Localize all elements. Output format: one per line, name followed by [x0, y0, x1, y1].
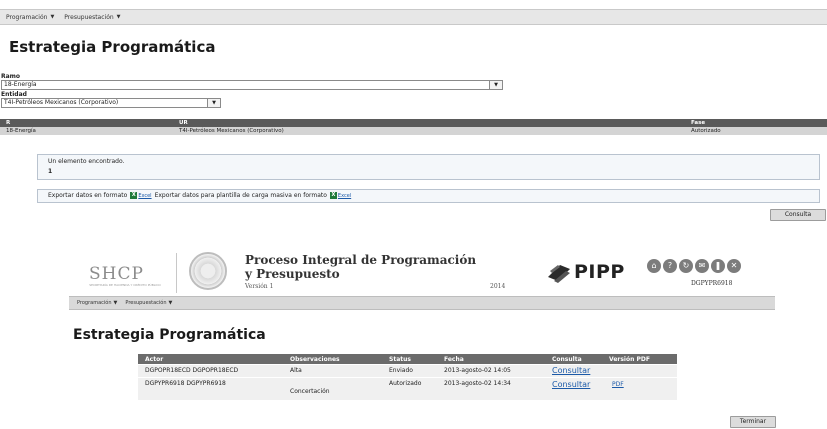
- chevron-down-icon: ▼: [116, 14, 121, 20]
- embedded-page-title: Estrategia Programática: [73, 327, 266, 343]
- cell-ramo: 18-Energía: [6, 128, 36, 134]
- menu-presupuestacion[interactable]: Presupuestación ▼: [117, 300, 172, 306]
- menu-programacion[interactable]: Programación ▼: [69, 300, 117, 306]
- consultar-link[interactable]: Consultar: [552, 366, 590, 375]
- cell-ur: T4I-Petróleos Mexicanos (Corporativo): [179, 128, 284, 134]
- menu-presupuestacion-label: Presupuestación: [64, 13, 114, 21]
- menu-programacion-label: Programación: [77, 300, 112, 306]
- table-row[interactable]: DGPOPR18ECD DGPOPR18ECD Alta Enviado 201…: [138, 365, 677, 377]
- home-icon[interactable]: ⌂: [647, 259, 661, 273]
- column-header-observaciones[interactable]: Observaciones: [290, 356, 340, 363]
- excel-icon: X: [329, 192, 337, 199]
- ramo-select-value: 18-Energía: [4, 81, 37, 88]
- entidad-label: Entidad: [1, 91, 27, 98]
- export-excel-link[interactable]: X Excel: [130, 192, 152, 199]
- results-info-box: Un elemento encontrado. 1: [37, 154, 820, 180]
- export-box: Exportar datos en formato X Excel Export…: [37, 189, 820, 203]
- mail-icon[interactable]: ✉: [695, 259, 709, 273]
- cell-fase: Autorizado: [691, 128, 721, 134]
- result-count: 1: [48, 168, 53, 175]
- pipp-logo-text: PIPP: [574, 261, 625, 283]
- app-title: Proceso Integral de Programación y Presu…: [245, 253, 477, 281]
- shcp-logo: SHCP: [89, 264, 144, 284]
- table-row[interactable]: DGPYPR6918 DGPYPR6918 Concertación Autor…: [138, 378, 677, 400]
- chevron-down-icon: ▼: [168, 300, 173, 306]
- column-header-fase[interactable]: Fase: [691, 120, 705, 126]
- pipp-logo: PIPP: [546, 261, 625, 283]
- results-table: R UR Fase 18-Energía T4I-Petróleos Mexic…: [0, 119, 827, 135]
- consulta-button[interactable]: Consulta: [770, 209, 826, 221]
- cell-status: Enviado: [389, 367, 413, 374]
- column-header-consulta[interactable]: Consulta: [552, 356, 582, 363]
- excel-icon: X: [130, 192, 138, 199]
- ramo-label: Ramo: [1, 73, 21, 80]
- header-icons: ⌂ ? ↻ ✉ ❚ ✕: [647, 259, 741, 273]
- cell-actor: DGPYPR6918 DGPYPR6918: [145, 380, 226, 387]
- ramo-select[interactable]: 18-Energía ▼: [1, 80, 503, 90]
- shcp-logo-subtext: SECRETARÍA DE HACIENDA Y CRÉDITO PÚBLICO: [89, 283, 161, 287]
- export-text: Exportar datos en formato: [48, 192, 128, 199]
- refresh-icon[interactable]: ↻: [679, 259, 693, 273]
- table-header-row: R UR Fase: [0, 119, 827, 127]
- menu-presupuestacion-label: Presupuestación: [125, 300, 167, 306]
- export-template-excel-link[interactable]: X Excel: [329, 192, 352, 199]
- column-header-actor[interactable]: Actor: [145, 356, 163, 363]
- table-row[interactable]: 18-Energía T4I-Petróleos Mexicanos (Corp…: [0, 127, 827, 135]
- chevron-down-icon[interactable]: ▼: [207, 99, 220, 107]
- user-id: DGPYPR6918: [691, 280, 733, 287]
- column-header-fecha[interactable]: Fecha: [444, 356, 464, 363]
- header-divider: [176, 253, 177, 293]
- app-version: Versión 1: [245, 283, 274, 290]
- pipp-logo-icon: [548, 265, 570, 283]
- pdf-link[interactable]: PDF: [612, 381, 624, 388]
- terminar-button[interactable]: Terminar: [730, 416, 776, 428]
- consultar-link[interactable]: Consultar: [552, 380, 590, 389]
- export-template-text: Exportar datos para plantilla de carga m…: [154, 192, 327, 199]
- book-icon[interactable]: ❚: [711, 259, 725, 273]
- excel-link-label: Excel: [337, 192, 352, 199]
- cell-fecha: 2013-agosto-02 14:34: [444, 380, 511, 387]
- menu-programacion[interactable]: Programación ▼: [0, 14, 54, 21]
- cell-actor: DGPOPR18ECD DGPOPR18ECD: [145, 367, 239, 374]
- entidad-select[interactable]: T4I-Petróleos Mexicanos (Corporativo) ▼: [1, 98, 221, 108]
- cell-observaciones: Alta: [290, 367, 302, 374]
- menu-programacion-label: Programación: [6, 13, 48, 21]
- cell-fecha: 2013-agosto-02 14:05: [444, 367, 511, 374]
- embedded-menubar: Programación ▼ Presupuestación ▼: [69, 296, 775, 310]
- table-header-row: Actor Observaciones Status Fecha Consult…: [138, 354, 677, 364]
- found-text: Un elemento encontrado.: [48, 158, 125, 165]
- column-header-r[interactable]: R: [6, 120, 10, 126]
- government-seal-icon: [189, 252, 227, 290]
- page-title: Estrategia Programática: [9, 38, 216, 56]
- menu-presupuestacion[interactable]: Presupuestación ▼: [54, 14, 120, 21]
- column-header-ur[interactable]: UR: [179, 120, 188, 126]
- column-header-version-pdf[interactable]: Versión PDF: [609, 356, 650, 363]
- excel-link-label: Excel: [138, 192, 152, 199]
- app-year: 2014: [490, 283, 506, 290]
- entidad-select-value: T4I-Petróleos Mexicanos (Corporativo): [4, 99, 119, 106]
- column-header-status[interactable]: Status: [389, 356, 411, 363]
- cell-status: Autorizado: [389, 380, 422, 387]
- close-icon[interactable]: ✕: [727, 259, 741, 273]
- top-menubar: Programación ▼ Presupuestación ▼: [0, 9, 827, 25]
- chevron-down-icon[interactable]: ▼: [489, 81, 502, 89]
- cell-observaciones: Concertación: [290, 388, 330, 395]
- help-icon[interactable]: ?: [663, 259, 677, 273]
